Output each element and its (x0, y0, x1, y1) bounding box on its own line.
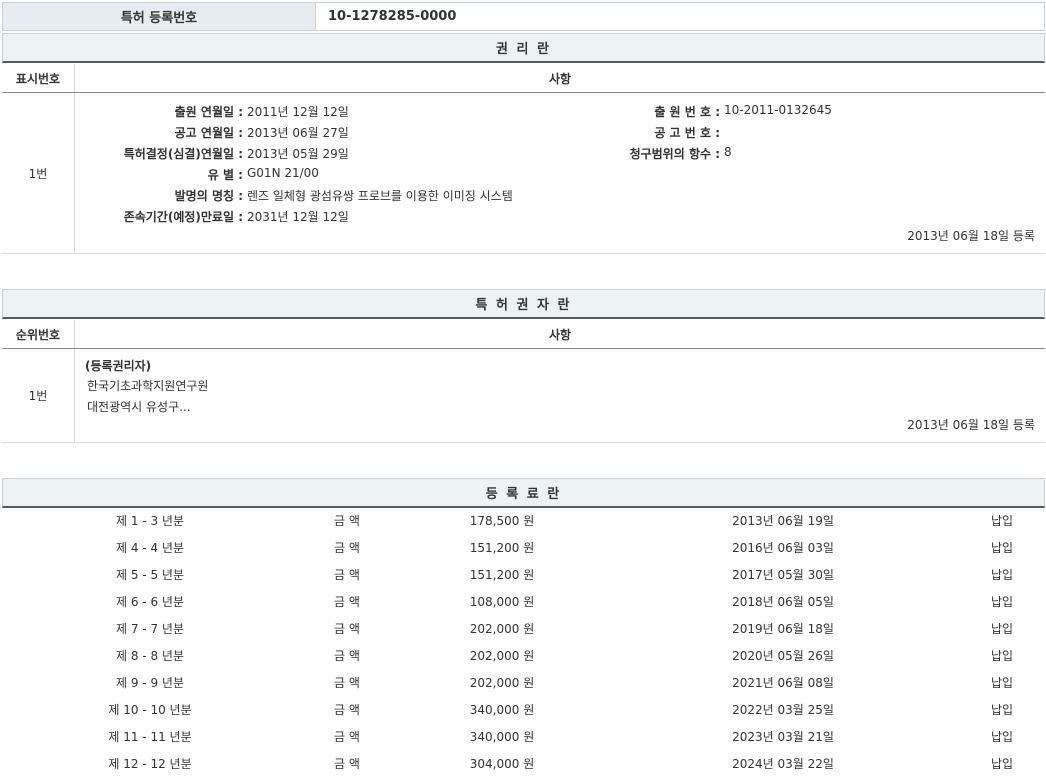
fee-date: 2013년 06월 19일 (732, 508, 834, 535)
fee-status: 납입 (991, 751, 1013, 778)
fee-row: 제 1 - 3 년분 금 액 178,500 원 2013년 06월 19일 납입 (2, 508, 1045, 535)
fee-kind: 금 액 (334, 724, 360, 751)
holders-col-number: 순위번호 (2, 320, 74, 348)
fee-amount: 304,000 원 (470, 751, 534, 778)
fee-status: 납입 (991, 616, 1013, 643)
fee-date: 2023년 03월 21일 (732, 724, 834, 751)
fee-date: 2021년 06월 08일 (732, 670, 834, 697)
fee-amount: 340,000 원 (470, 697, 534, 724)
fee-period: 제 12 - 12 년분 (108, 751, 191, 778)
fee-period: 제 7 - 7 년분 (116, 616, 184, 643)
field-value-invention-title: 렌즈 일체형 광섬유쌍 프로브를 이용한 이미징 시스템 (247, 187, 513, 204)
fee-kind: 금 액 (334, 535, 360, 562)
fee-date: 2016년 06월 03일 (732, 535, 834, 562)
fee-row: 제 9 - 9 년분 금 액 202,000 원 2021년 06월 08일 납입 (2, 670, 1045, 697)
rights-registered-date: 2013년 06월 18일 등록 (907, 227, 1035, 244)
fee-row: 제 6 - 6 년분 금 액 108,000 원 2018년 06월 05일 납입 (2, 589, 1045, 616)
fee-period: 제 4 - 4 년분 (116, 535, 184, 562)
fee-period: 제 10 - 10 년분 (108, 697, 191, 724)
fee-amount: 108,000 원 (470, 589, 534, 616)
fee-date: 2024년 03월 22일 (732, 751, 834, 778)
holders-registered-date: 2013년 06월 18일 등록 (907, 416, 1035, 433)
field-label-filing-date: 출원 연월일 : (175, 103, 243, 120)
fee-amount: 151,200 원 (470, 562, 534, 589)
fee-period: 제 6 - 6 년분 (116, 589, 184, 616)
field-value-filing-date: 2011년 12월 12일 (247, 103, 349, 120)
field-value-publication-date: 2013년 06월 27일 (247, 124, 349, 141)
fee-row: 제 5 - 5 년분 금 액 151,200 원 2017년 05월 30일 납입 (2, 562, 1045, 589)
fee-row: 제 7 - 7 년분 금 액 202,000 원 2019년 06월 18일 납입 (2, 616, 1045, 643)
fee-status: 납입 (991, 535, 1013, 562)
field-value-classification: G01N 21/00 (247, 166, 319, 180)
fee-period: 제 1 - 3 년분 (116, 508, 184, 535)
fee-kind: 금 액 (334, 508, 360, 535)
rights-section-title: 권 리 란 (2, 33, 1045, 63)
holders-section-title: 특 허 권 자 란 (2, 289, 1045, 319)
fee-period: 제 9 - 9 년분 (116, 670, 184, 697)
fee-row: 제 4 - 4 년분 금 액 151,200 원 2016년 06월 03일 납입 (2, 535, 1045, 562)
fee-kind: 금 액 (334, 589, 360, 616)
field-label-publication-number: 공 고 번 호 : (654, 124, 720, 141)
fee-kind: 금 액 (334, 616, 360, 643)
fees-section-title: 등 록 료 란 (2, 478, 1045, 508)
fee-status: 납입 (991, 643, 1013, 670)
fee-status: 납입 (991, 508, 1013, 535)
field-value-claims-count: 8 (724, 145, 732, 159)
field-value-application-number: 10-2011-0132645 (724, 103, 832, 117)
fee-date: 2018년 06월 05일 (732, 589, 834, 616)
holders-entry-number: 1번 (2, 349, 74, 442)
fee-row: 제 12 - 12 년분 금 액 304,000 원 2024년 03월 22일 납입 (2, 751, 1045, 778)
fee-kind: 금 액 (334, 643, 360, 670)
fee-period: 제 8 - 8 년분 (116, 643, 184, 670)
field-value-decision-date: 2013년 05월 29일 (247, 145, 349, 162)
field-label-publication-date: 공고 연월일 : (175, 124, 243, 141)
holder-role: (등록권리자) (85, 357, 151, 374)
fee-amount: 151,200 원 (470, 535, 534, 562)
fee-amount: 202,000 원 (470, 616, 534, 643)
fee-kind: 금 액 (334, 751, 360, 778)
fee-status: 납입 (991, 589, 1013, 616)
fee-kind: 금 액 (334, 697, 360, 724)
field-value-expiry-date: 2031년 12월 12일 (247, 208, 349, 225)
fee-amount: 202,000 원 (470, 643, 534, 670)
fee-kind: 금 액 (334, 670, 360, 697)
holder-name: 한국기초과학지원연구원 (87, 377, 208, 394)
rights-col-detail: 사항 (74, 64, 1045, 92)
fee-date: 2017년 05월 30일 (732, 562, 834, 589)
registration-number-label: 특허 등록번호 (2, 2, 316, 31)
fee-date: 2019년 06월 18일 (732, 616, 834, 643)
fee-amount: 178,500 원 (470, 508, 534, 535)
fee-status: 납입 (991, 562, 1013, 589)
fee-status: 납입 (991, 724, 1013, 751)
fee-row: 제 11 - 11 년분 금 액 340,000 원 2023년 03월 21일 납입 (2, 724, 1045, 751)
fee-date: 2022년 03월 25일 (732, 697, 834, 724)
fee-period: 제 11 - 11 년분 (108, 724, 191, 751)
rights-entry: 1번 출원 연월일 : 2011년 12월 12일 공고 연월일 : 2013년… (2, 93, 1045, 254)
rights-divider (74, 93, 75, 253)
rights-col-number: 표시번호 (2, 64, 74, 92)
rights-entry-number: 1번 (2, 93, 74, 253)
field-label-invention-title: 발명의 명칭 : (175, 187, 243, 204)
fee-kind: 금 액 (334, 562, 360, 589)
field-label-application-number: 출 원 번 호 : (654, 103, 720, 120)
holders-divider (74, 349, 75, 442)
fee-status: 납입 (991, 670, 1013, 697)
fee-row: 제 8 - 8 년분 금 액 202,000 원 2020년 05월 26일 납입 (2, 643, 1045, 670)
holders-col-detail: 사항 (74, 320, 1045, 348)
fee-row: 제 10 - 10 년분 금 액 340,000 원 2022년 03월 25일 납입 (2, 697, 1045, 724)
holders-entry: 1번 (등록권리자) 한국기초과학지원연구원 대전광역시 유성구... 2013… (2, 349, 1045, 443)
fee-status: 납입 (991, 697, 1013, 724)
holders-column-header: 순위번호 사항 (2, 320, 1045, 349)
rights-column-header: 표시번호 사항 (2, 64, 1045, 93)
fee-amount: 340,000 원 (470, 724, 534, 751)
field-label-decision-date: 특허결정(심결)연월일 : (124, 145, 243, 162)
fee-period: 제 5 - 5 년분 (116, 562, 184, 589)
fee-date: 2020년 05월 26일 (732, 643, 834, 670)
holder-address: 대전광역시 유성구... (87, 398, 191, 415)
field-label-claims-count: 청구범위의 항수 : (630, 145, 720, 162)
field-label-expiry-date: 존속기간(예정)만료일 : (124, 208, 243, 225)
registration-number-value: 10-1278285-0000 (328, 2, 456, 31)
fee-amount: 202,000 원 (470, 670, 534, 697)
field-label-classification: 유 별 : (208, 166, 243, 183)
